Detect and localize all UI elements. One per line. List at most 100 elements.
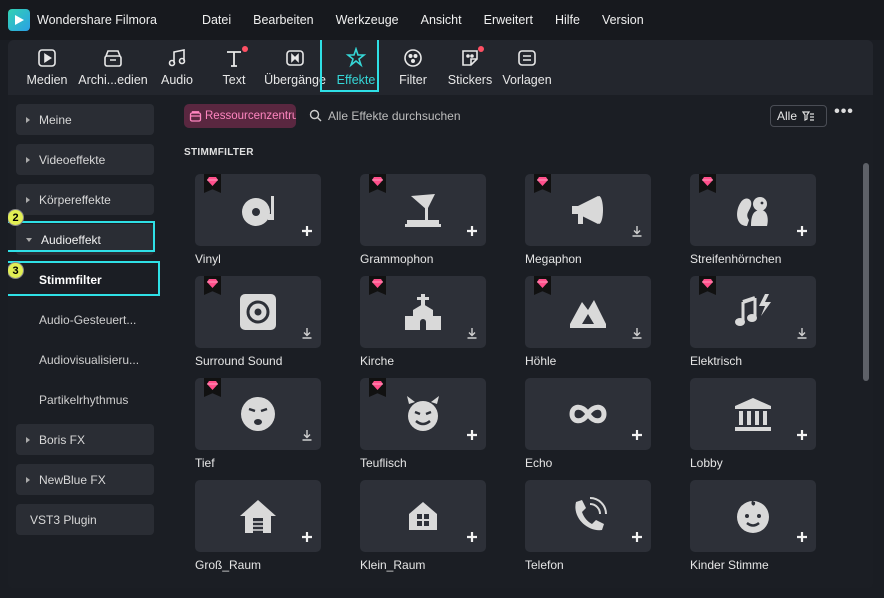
- sidebar-item-meine[interactable]: Meine: [16, 104, 154, 135]
- deep-face-icon: [241, 397, 275, 431]
- menu-hilfe[interactable]: Hilfe: [544, 13, 591, 27]
- effect-card-label: Kirche: [360, 354, 395, 368]
- add-icon[interactable]: [298, 222, 316, 240]
- add-icon[interactable]: [793, 222, 811, 240]
- effect-card-label: Groß_Raum: [195, 558, 262, 572]
- effect-card[interactable]: Lobby: [690, 378, 816, 470]
- add-icon[interactable]: [628, 528, 646, 546]
- speaker-icon: [240, 294, 276, 330]
- tab-filter[interactable]: Filter: [384, 40, 442, 95]
- tab-audio[interactable]: Audio: [148, 40, 206, 95]
- main-panel: Medien Archi...edien Audio Text Übergäng…: [8, 40, 873, 588]
- resource-center-icon: [189, 110, 202, 122]
- sidebar-item-audiovisualisierung[interactable]: Audiovisualisieru...: [16, 344, 154, 375]
- effect-card[interactable]: Echo: [525, 378, 651, 470]
- download-icon[interactable]: [628, 222, 646, 240]
- scrollbar[interactable]: [863, 163, 869, 381]
- effect-card-label: Lobby: [690, 456, 723, 470]
- new-indicator-dot: [242, 46, 248, 52]
- squirrel-icon: [737, 197, 768, 226]
- premium-gem-icon: [699, 276, 716, 295]
- effect-thumbnail[interactable]: [360, 174, 486, 246]
- effects-content: Ressourcenzentru Alle ••• STIMMFILTER Vi…: [178, 95, 873, 588]
- effects-search-input[interactable]: [328, 105, 628, 127]
- resource-center-button[interactable]: Ressourcenzentru: [184, 104, 296, 128]
- effect-card-label: Klein_Raum: [360, 558, 426, 572]
- menu-version[interactable]: Version: [591, 13, 655, 27]
- effect-thumbnail[interactable]: [360, 480, 486, 552]
- tab-uebergaenge[interactable]: Übergänge: [262, 40, 328, 95]
- effect-card-label: Streifenhörnchen: [690, 252, 782, 266]
- download-icon[interactable]: [298, 324, 316, 342]
- download-icon[interactable]: [628, 324, 646, 342]
- sidebar-item-videoeffekte[interactable]: Videoeffekte: [16, 144, 154, 175]
- sidebar-item-vst3-plugin[interactable]: VST3 Plugin: [16, 504, 154, 535]
- download-icon[interactable]: [793, 324, 811, 342]
- effect-card-label: Grammophon: [360, 252, 434, 266]
- effect-thumbnail[interactable]: [195, 174, 321, 246]
- effect-thumbnail[interactable]: [525, 174, 651, 246]
- effect-card[interactable]: Klein_Raum: [360, 480, 486, 572]
- premium-gem-icon: [369, 378, 386, 397]
- audioeffekt-highlight: [8, 221, 155, 252]
- sidebar-item-partikelrhythmus[interactable]: Partikelrhythmus: [16, 384, 154, 415]
- effect-card[interactable]: Tief: [195, 378, 321, 470]
- sidebar-item-koerpereffekte[interactable]: Körpereffekte: [16, 184, 154, 215]
- effect-card-label: Echo: [525, 456, 553, 470]
- effect-card[interactable]: Surround Sound: [195, 276, 321, 368]
- effect-card[interactable]: Vinyl: [195, 174, 321, 266]
- menu-bearbeiten[interactable]: Bearbeiten: [242, 13, 324, 27]
- tab-archiv-medien[interactable]: Archi...edien: [78, 40, 148, 95]
- effect-thumbnail[interactable]: [525, 480, 651, 552]
- add-icon[interactable]: [793, 528, 811, 546]
- transition-icon: [286, 50, 304, 66]
- effect-thumbnail[interactable]: [195, 276, 321, 348]
- add-icon[interactable]: [463, 222, 481, 240]
- effect-thumbnail[interactable]: [195, 480, 321, 552]
- tab-medien[interactable]: Medien: [16, 40, 78, 95]
- sidebar-item-boris-fx[interactable]: Boris FX: [16, 424, 154, 455]
- download-icon[interactable]: [463, 324, 481, 342]
- menu-ansicht[interactable]: Ansicht: [410, 13, 473, 27]
- effect-thumbnail[interactable]: [360, 378, 486, 450]
- effect-card[interactable]: Kinder Stimme: [690, 480, 816, 572]
- menu-werkzeuge[interactable]: Werkzeuge: [325, 13, 410, 27]
- effect-card-label: Höhle: [525, 354, 557, 368]
- effect-thumbnail[interactable]: [525, 276, 651, 348]
- effect-card[interactable]: Megaphon: [525, 174, 651, 266]
- effect-thumbnail[interactable]: [525, 378, 651, 450]
- effect-card[interactable]: Telefon: [525, 480, 651, 572]
- add-icon[interactable]: [628, 426, 646, 444]
- title-bar: Wondershare Filmora Datei Bearbeiten Wer…: [0, 0, 884, 40]
- effect-card[interactable]: Groß_Raum: [195, 480, 321, 572]
- more-options-button[interactable]: •••: [834, 104, 854, 125]
- menu-datei[interactable]: Datei: [191, 13, 242, 27]
- sidebar-item-newblue-fx[interactable]: NewBlue FX: [16, 464, 154, 495]
- effect-card[interactable]: Kirche: [360, 276, 486, 368]
- tab-stickers[interactable]: Stickers: [442, 40, 498, 95]
- effect-card[interactable]: Elektrisch: [690, 276, 816, 368]
- add-icon[interactable]: [463, 426, 481, 444]
- download-icon[interactable]: [298, 426, 316, 444]
- add-icon[interactable]: [463, 528, 481, 546]
- filter-dropdown[interactable]: Alle: [770, 105, 827, 127]
- add-icon[interactable]: [298, 528, 316, 546]
- caret-right-icon: [26, 436, 30, 443]
- effect-card[interactable]: Streifenhörnchen: [690, 174, 816, 266]
- menu-erweitert[interactable]: Erweitert: [473, 13, 544, 27]
- tab-vorlagen[interactable]: Vorlagen: [498, 40, 556, 95]
- effect-card[interactable]: Teuflisch: [360, 378, 486, 470]
- effect-card[interactable]: Grammophon: [360, 174, 486, 266]
- effect-thumbnail[interactable]: [690, 276, 816, 348]
- effect-card[interactable]: Höhle: [525, 276, 651, 368]
- tab-text[interactable]: Text: [206, 40, 262, 95]
- effect-card-label: Kinder Stimme: [690, 558, 769, 572]
- effect-thumbnail[interactable]: [690, 378, 816, 450]
- effect-thumbnail[interactable]: [690, 174, 816, 246]
- effect-thumbnail[interactable]: [690, 480, 816, 552]
- add-icon[interactable]: [793, 426, 811, 444]
- sidebar-item-audio-gesteuert[interactable]: Audio-Gesteuert...: [16, 304, 154, 335]
- church-icon: [405, 294, 441, 330]
- effect-thumbnail[interactable]: [360, 276, 486, 348]
- effect-thumbnail[interactable]: [195, 378, 321, 450]
